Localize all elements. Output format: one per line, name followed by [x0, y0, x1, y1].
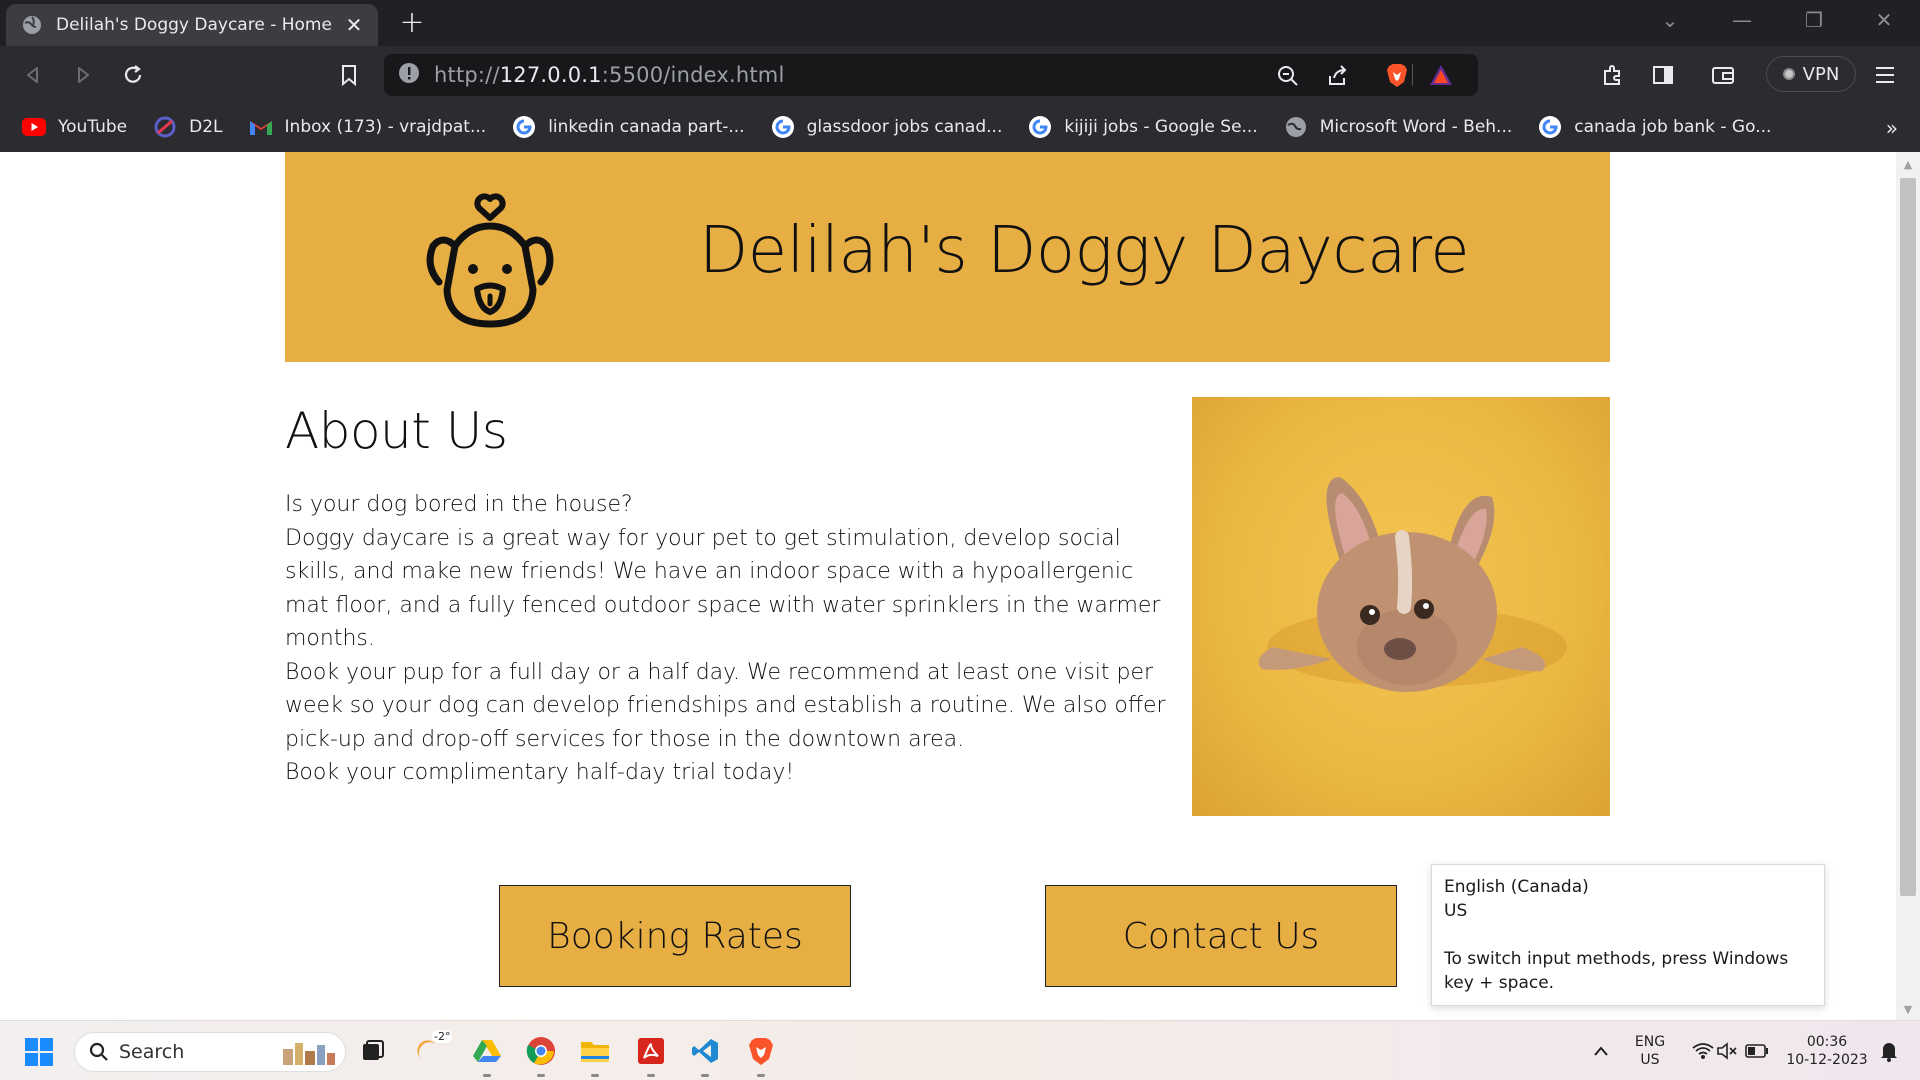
bookmark-job-bank-search[interactable]: canada job bank - Go...	[1538, 115, 1771, 139]
menu-icon[interactable]	[1870, 60, 1900, 90]
show-hidden-icons-icon[interactable]	[1584, 1034, 1618, 1068]
notification-bell-icon[interactable]	[1872, 1034, 1906, 1068]
lang-code: ENG	[1634, 1034, 1666, 1050]
chrome-icon[interactable]	[524, 1034, 558, 1077]
site-header: Delilah's Doggy Daycare	[285, 152, 1610, 362]
tab-search-icon[interactable]: ⌄	[1650, 8, 1690, 32]
scroll-up-icon[interactable]: ▲	[1896, 158, 1920, 171]
weather-widget[interactable]: -2°	[412, 1030, 453, 1068]
zoom-icon[interactable]	[1276, 64, 1300, 92]
tooltip-language: English (Canada)	[1444, 877, 1589, 897]
tooltip-layout: US	[1444, 901, 1468, 921]
volume-muted-icon[interactable]	[1710, 1034, 1744, 1068]
google-icon	[512, 115, 536, 139]
bookmarks-bar: YouTube D2L Inbox (173) - vrajdpat... li…	[0, 102, 1920, 152]
file-explorer-icon[interactable]	[578, 1034, 612, 1077]
windows-taskbar: Search -2° ENG US 00:36 10-12-2023	[0, 1020, 1920, 1080]
google-icon	[1538, 115, 1562, 139]
active-tab[interactable]: Delilah's Doggy Daycare - Home ✕	[6, 4, 378, 46]
running-indicator	[591, 1074, 599, 1077]
contact-us-button[interactable]: Contact Us	[1045, 885, 1397, 987]
keyboard-layout: US	[1640, 1052, 1660, 1068]
bookmark-gmail[interactable]: Inbox (173) - vrajdpat...	[249, 115, 486, 139]
close-tab-icon[interactable]: ✕	[342, 13, 366, 37]
url-text: http://127.0.0.1:5500/index.html	[434, 63, 785, 87]
about-paragraph: Doggy daycare is a great way for your pe…	[285, 525, 1161, 652]
globe-icon	[22, 15, 42, 35]
bookmark-glassdoor-search[interactable]: glassdoor jobs canad...	[771, 115, 1002, 139]
reload-icon[interactable]	[118, 60, 148, 90]
about-paragraph: Book your pup for a full day or a half d…	[285, 659, 1166, 752]
bookmark-kijiji-search[interactable]: kijiji jobs - Google Se...	[1028, 115, 1258, 139]
tab-strip: Delilah's Doggy Daycare - Home ✕ + ⌄ — ❐…	[0, 0, 1920, 46]
scrollbar-thumb[interactable]	[1900, 178, 1916, 896]
extensions-icon[interactable]	[1598, 60, 1628, 90]
search-highlight-icon	[281, 1039, 337, 1067]
address-bar[interactable]: http://127.0.0.1:5500/index.html	[384, 54, 1478, 96]
running-indicator	[537, 1074, 545, 1077]
brave-shields-icon[interactable]	[1384, 62, 1410, 92]
bookmark-linkedin-search[interactable]: linkedin canada part-...	[512, 115, 745, 139]
vpn-label: VPN	[1802, 63, 1840, 85]
back-icon[interactable]	[18, 60, 48, 90]
google-drive-icon[interactable]	[470, 1034, 504, 1077]
running-indicator	[757, 1074, 765, 1077]
sidebar-icon[interactable]	[1648, 60, 1678, 90]
search-icon	[89, 1042, 109, 1062]
page-scrollbar[interactable]: ▲ ▼	[1896, 152, 1920, 1020]
browser-toolbar: http://127.0.0.1:5500/index.html VPN	[0, 46, 1920, 102]
input-method-tooltip: English (Canada) US To switch input meth…	[1431, 864, 1825, 1006]
about-text: Is your dog bored in the house? Doggy da…	[285, 488, 1175, 790]
about-heading: About Us	[285, 402, 508, 460]
clock[interactable]: 00:36 10-12-2023	[1782, 1033, 1872, 1069]
close-window-button[interactable]: ✕	[1864, 8, 1904, 32]
tooltip-hint: To switch input methods, press Windows k…	[1444, 949, 1789, 993]
booking-rates-button[interactable]: Booking Rates	[499, 885, 851, 987]
running-indicator	[483, 1074, 491, 1077]
scroll-down-icon[interactable]: ▼	[1896, 1003, 1920, 1016]
wallet-icon[interactable]	[1708, 60, 1738, 90]
site-info-icon[interactable]	[398, 62, 420, 88]
task-view-icon[interactable]	[356, 1034, 390, 1068]
vpn-button[interactable]: VPN	[1766, 56, 1856, 92]
vpn-status-icon	[1782, 68, 1795, 80]
taskbar-search[interactable]: Search	[74, 1032, 346, 1072]
globe-icon	[1284, 115, 1308, 139]
minimize-button[interactable]: —	[1722, 8, 1762, 32]
d2l-icon	[153, 115, 177, 139]
restore-button[interactable]: ❐	[1794, 8, 1834, 32]
running-indicator	[701, 1074, 709, 1077]
battery-icon[interactable]	[1740, 1034, 1774, 1068]
input-language-indicator[interactable]: ENG US	[1624, 1033, 1676, 1069]
more-bookmarks-icon[interactable]: »	[1886, 116, 1898, 140]
windows-start-icon[interactable]	[24, 1037, 54, 1067]
bookmark-youtube[interactable]: YouTube	[22, 115, 127, 139]
clock-date: 10-12-2023	[1786, 1052, 1868, 1068]
site-title: Delilah's Doggy Daycare	[699, 214, 1470, 288]
tab-title: Delilah's Doggy Daycare - Home	[56, 15, 332, 35]
clock-time: 00:36	[1806, 1034, 1848, 1050]
gmail-icon	[249, 115, 273, 139]
brave-browser-icon[interactable]	[744, 1034, 778, 1077]
bookmark-icon[interactable]	[334, 60, 364, 90]
about-paragraph: Is your dog bored in the house?	[285, 492, 633, 517]
divider	[1412, 64, 1413, 86]
vscode-icon[interactable]	[688, 1034, 722, 1077]
acrobat-icon[interactable]	[634, 1034, 668, 1077]
running-indicator	[647, 1074, 655, 1077]
dog-photo	[1192, 397, 1610, 816]
bookmark-d2l[interactable]: D2L	[153, 115, 223, 139]
about-paragraph: Book your complimentary half-day trial t…	[285, 760, 795, 785]
brave-rewards-icon[interactable]	[1428, 62, 1454, 92]
share-icon[interactable]	[1326, 64, 1350, 92]
dog-logo-icon	[426, 193, 554, 328]
forward-icon[interactable]	[68, 60, 98, 90]
google-icon	[771, 115, 795, 139]
search-label: Search	[119, 1041, 185, 1063]
new-tab-button[interactable]: +	[396, 8, 428, 38]
weather-temp: -2°	[432, 1030, 453, 1043]
bookmark-microsoft-word[interactable]: Microsoft Word - Beh...	[1284, 115, 1512, 139]
google-icon	[1028, 115, 1052, 139]
youtube-icon	[22, 115, 46, 139]
